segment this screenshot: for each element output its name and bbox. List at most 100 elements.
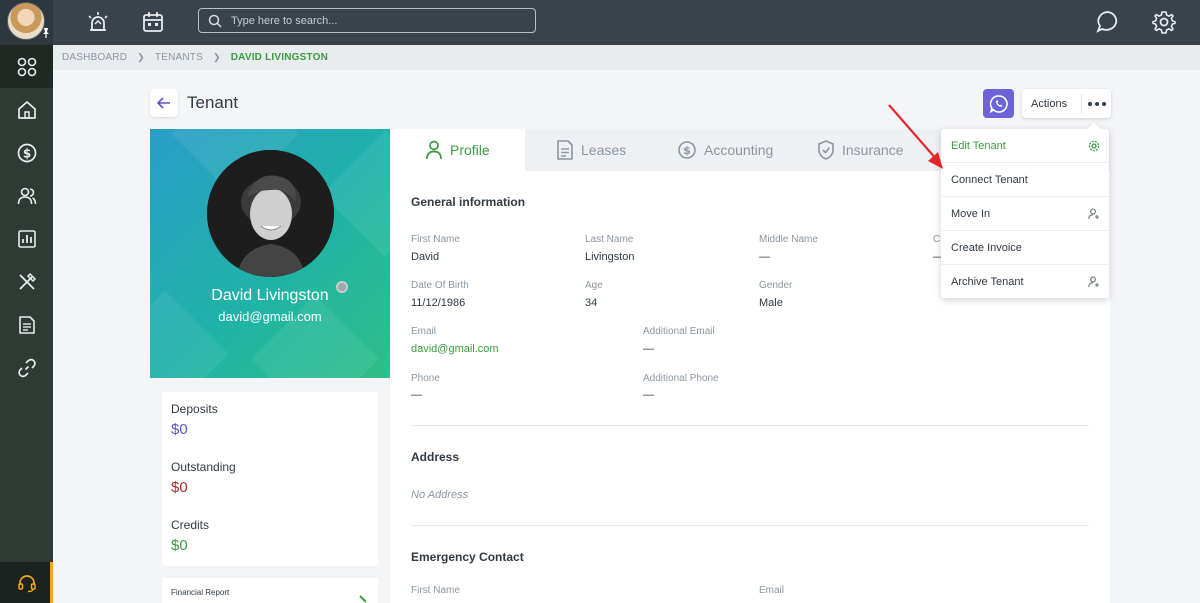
credits-label: Credits xyxy=(171,518,210,532)
page-title: Tenant xyxy=(187,93,239,112)
address-title: Address xyxy=(411,450,460,464)
link-icon xyxy=(17,358,36,377)
deposits-label: Deposits xyxy=(171,402,218,416)
tab-profile-label[interactable]: Profile xyxy=(450,142,490,158)
tab-accounting[interactable]: $ Accounting xyxy=(656,129,796,171)
age-label: Age xyxy=(585,280,603,291)
menu-item-edit-tenant[interactable]: Edit Tenant xyxy=(941,129,1109,163)
whatsapp-button[interactable] xyxy=(983,89,1014,118)
emergency-first-name-label: First Name xyxy=(411,585,460,596)
more-icon[interactable] xyxy=(1082,101,1111,106)
financial-report-card[interactable]: Financial Report xyxy=(162,578,378,603)
deposits-value: $0 xyxy=(171,421,188,438)
dollar-circle-icon: $ xyxy=(17,143,36,162)
sidebar: $ xyxy=(0,45,53,603)
tenant-email: david@gmail.com xyxy=(218,309,322,324)
menu-item-create-invoice[interactable]: Create Invoice xyxy=(941,231,1109,265)
arrow-left-icon xyxy=(157,97,170,109)
sidebar-item-reports[interactable] xyxy=(0,217,53,260)
document-icon xyxy=(557,140,573,160)
balance-summary-card: Deposits $0 Outstanding $0 Credits $0 xyxy=(162,392,378,566)
last-name-value: Livingston xyxy=(585,251,635,263)
decor-diamond xyxy=(321,130,390,258)
breadcrumb-tenants[interactable]: TENANTS xyxy=(155,52,203,63)
dollar-icon: $ xyxy=(678,141,696,159)
tab-leases-label[interactable]: Leases xyxy=(581,142,626,158)
gear-icon xyxy=(1088,140,1100,152)
general-info-title: General information xyxy=(411,195,526,209)
sidebar-item-people[interactable] xyxy=(0,174,53,217)
outstanding-label: Outstanding xyxy=(171,460,236,474)
credits-value: $0 xyxy=(171,537,188,554)
back-button[interactable] xyxy=(150,89,178,117)
user-plus-icon xyxy=(1088,208,1099,220)
emergency-email-label: Email xyxy=(759,585,785,596)
whatsapp-icon xyxy=(988,94,1008,113)
bar-chart-icon xyxy=(17,229,36,248)
tab-accounting-label[interactable]: Accounting xyxy=(704,142,773,158)
actions-button[interactable]: Actions xyxy=(1022,89,1111,118)
tools-icon xyxy=(18,272,36,290)
alarm-light-icon[interactable] xyxy=(84,8,112,36)
last-name-label: Last Name xyxy=(585,234,634,245)
user-avatar-area[interactable] xyxy=(0,0,53,45)
menu-item-archive-tenant-label[interactable]: Archive Tenant xyxy=(951,276,1024,288)
grid-icon xyxy=(17,57,36,76)
first-name-label: First Name xyxy=(411,234,460,245)
emergency-contact-title: Emergency Contact xyxy=(411,550,524,564)
sidebar-item-links[interactable] xyxy=(0,346,53,389)
chat-bubble-icon[interactable] xyxy=(1094,8,1122,36)
sidebar-item-documents[interactable] xyxy=(0,303,53,346)
address-value: No Address xyxy=(411,489,469,501)
dob-label: Date Of Birth xyxy=(411,280,469,291)
tab-leases[interactable]: Leases xyxy=(528,129,656,171)
menu-item-move-in[interactable]: Move In xyxy=(941,197,1109,231)
users-icon xyxy=(17,187,36,204)
sidebar-item-apps[interactable] xyxy=(0,45,53,88)
search-box[interactable] xyxy=(198,8,536,33)
person-photo-icon xyxy=(207,150,334,277)
menu-item-archive-tenant[interactable]: Archive Tenant xyxy=(941,265,1109,299)
red-arrow-annotation xyxy=(888,104,943,169)
tab-profile[interactable]: Profile xyxy=(390,129,525,171)
search-icon xyxy=(208,14,222,28)
gender-label: Gender xyxy=(759,280,793,291)
menu-item-create-invoice-label[interactable]: Create Invoice xyxy=(951,242,1022,254)
chevron-right-icon[interactable] xyxy=(358,594,370,603)
menu-item-connect-tenant[interactable]: Connect Tenant xyxy=(941,163,1109,197)
additional-email-label: Additional Email xyxy=(643,326,715,337)
actions-label[interactable]: Actions xyxy=(1031,98,1081,110)
sidebar-item-accounting[interactable]: $ xyxy=(0,131,53,174)
middle-name-value: — xyxy=(759,251,770,263)
additional-phone-label: Additional Phone xyxy=(643,373,719,384)
search-input[interactable] xyxy=(231,11,526,30)
email-label: Email xyxy=(411,326,437,337)
profile-card: David Livingston david@gmail.com xyxy=(150,129,390,378)
decor-diamond xyxy=(251,295,379,378)
settings-gear-icon[interactable] xyxy=(1150,8,1178,36)
calendar-icon[interactable] xyxy=(139,8,167,36)
financial-report-label[interactable]: Financial Report xyxy=(171,588,229,597)
menu-item-connect-tenant-label[interactable]: Connect Tenant xyxy=(951,174,1028,186)
menu-item-move-in-label[interactable]: Move In xyxy=(951,208,990,220)
pin-icon xyxy=(43,28,49,38)
section-divider xyxy=(411,525,1089,526)
additional-phone-value: — xyxy=(643,389,654,401)
profile-photo xyxy=(207,150,334,277)
middle-name-label: Middle Name xyxy=(759,234,818,245)
sidebar-item-support[interactable] xyxy=(0,562,53,603)
breadcrumb-dashboard[interactable]: DASHBOARD xyxy=(62,52,127,63)
home-icon xyxy=(17,100,36,119)
first-name-value: David xyxy=(411,251,440,263)
headset-icon xyxy=(17,574,36,592)
svg-text:$: $ xyxy=(683,144,691,157)
email-link[interactable]: david@gmail.com xyxy=(411,343,499,355)
dob-value: 11/12/1986 xyxy=(411,297,466,309)
breadcrumb: DASHBOARD ❯ TENANTS ❯ DAVID LIVINGSTON xyxy=(53,45,1200,70)
person-icon xyxy=(426,140,442,160)
sidebar-item-maintenance[interactable] xyxy=(0,260,53,303)
chevron-right-icon: ❯ xyxy=(212,52,221,62)
gender-value: Male xyxy=(759,297,783,309)
menu-item-edit-tenant-label[interactable]: Edit Tenant xyxy=(951,140,1006,152)
sidebar-item-home[interactable] xyxy=(0,88,53,131)
